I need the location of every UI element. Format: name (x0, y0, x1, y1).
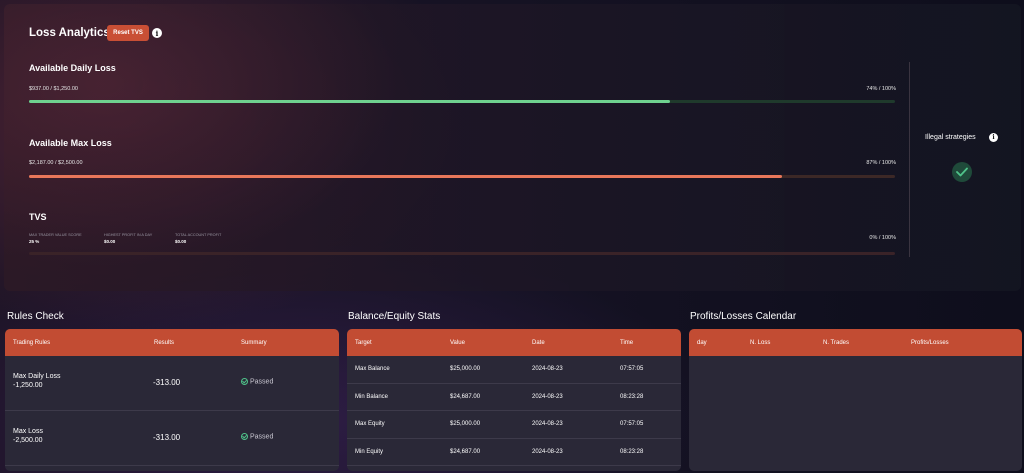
balance-stats-title: Balance/Equity Stats (348, 311, 441, 322)
col-n-loss: N. Loss (750, 340, 771, 346)
tvs-label: TVS (29, 212, 47, 222)
summary-text: Passed (250, 433, 274, 441)
info-icon[interactable]: i (152, 28, 162, 38)
daily-loss-amount: $937.00 / $1,250.00 (29, 86, 78, 92)
stat-value: $25,000.00 (450, 421, 481, 427)
tvs-percent: 0% / 100% (869, 235, 896, 241)
stat-time: 08:23:28 (620, 448, 644, 455)
daily-loss-progress-bar (29, 100, 895, 103)
col-profits-losses: Profits/Losses (911, 340, 949, 346)
stat-value: $24,687.00 (450, 393, 481, 400)
rule-summary: Passed (241, 433, 273, 440)
max-loss-progress-fill (29, 175, 783, 178)
check-icon (952, 162, 972, 182)
passed-icon (241, 433, 248, 440)
rule-name: Max Loss (13, 428, 43, 435)
tvs-metric-key: HIGHEST PROFIT IN A DAY (104, 233, 153, 237)
col-trading-rules: Trading Rules (13, 340, 51, 346)
stat-value: $24,687.00 (450, 448, 481, 455)
table-row: Max Loss -2,500.00 -313.00 Passed (5, 411, 339, 466)
tvs-progress-bar (29, 252, 895, 255)
tvs-metric-highest-profit: HIGHEST PROFIT IN A DAY $0.00 (104, 233, 152, 244)
table-row: Min Balance $24,687.00 2024-08-23 08:23:28 (347, 384, 681, 411)
illegal-info-icon[interactable]: i (989, 133, 998, 142)
rule-result: -313.00 (153, 378, 181, 387)
stat-date: 2024-08-23 (532, 448, 563, 455)
stat-target: Max Balance (355, 366, 390, 372)
table-row: Min Equity $24,687.00 2024-08-23 08:23:28 (347, 439, 681, 466)
col-summary: Summary (241, 340, 267, 346)
tvs-metric-value: 25 % (29, 239, 40, 244)
stat-target: Max Equity (355, 421, 385, 427)
col-results: Results (154, 340, 175, 346)
tvs-metric-max-score: MAX TRADER VALUE SCORE 25 % (29, 233, 82, 244)
balance-stats-table: Target Value Date Time Max Balance $25,00… (347, 329, 681, 471)
table-row: Max Daily Loss -1,250.00 -313.00 Passed (5, 356, 339, 411)
max-loss-amount: $2,187.00 / $2,500.00 (29, 160, 83, 166)
max-loss-percent: 87% / 100% (866, 160, 896, 166)
rule-name: Max Daily Loss (13, 373, 61, 380)
stat-time: 08:23:28 (620, 393, 644, 400)
stat-date: 2024-08-23 (532, 393, 563, 400)
rule-summary: Passed (241, 378, 273, 385)
illegal-strategies-label: Illegal strategies (925, 134, 976, 141)
tvs-metric-key: MAX TRADER VALUE SCORE (29, 233, 82, 237)
stat-target: Min Equity (355, 448, 384, 455)
tvs-metric-total-profit: TOTAL ACCOUNT PROFIT $0.00 (175, 233, 221, 244)
calendar-table: day N. Loss N. Trades Profits/Losses (689, 329, 1022, 471)
daily-loss-percent: 74% / 100% (866, 86, 896, 92)
calendar-title: Profits/Losses Calendar (690, 311, 797, 322)
tvs-metric-value: $0.00 (175, 239, 187, 244)
daily-loss-progress-fill (29, 100, 670, 103)
tvs-metric-key: TOTAL ACCOUNT PROFIT (175, 233, 222, 237)
passed-icon (241, 378, 248, 385)
loss-analytics-title: Loss Analytics (29, 27, 110, 39)
rule-result: -313.00 (153, 433, 181, 442)
stat-time: 07:57:05 (620, 366, 644, 372)
summary-text: Passed (250, 378, 274, 386)
rules-check-title: Rules Check (7, 311, 64, 322)
daily-loss-label: Available Daily Loss (29, 63, 116, 73)
table-row: Max Equity $25,000.00 2024-08-23 07:57:05 (347, 411, 681, 439)
col-value: Value (450, 340, 465, 346)
stat-time: 07:57:05 (620, 421, 644, 427)
tvs-metric-value: $0.00 (104, 239, 116, 244)
stat-target: Min Balance (355, 393, 389, 400)
col-time: Time (620, 340, 634, 346)
table-row: Max Balance $25,000.00 2024-08-23 07:57:05 (347, 356, 681, 384)
rules-check-header: Trading Rules Results Summary (5, 329, 339, 356)
vertical-divider (909, 62, 910, 257)
loss-analytics-panel (4, 4, 1021, 291)
stat-value: $25,000.00 (450, 366, 481, 372)
reset-tvs-button[interactable]: Reset TVS (107, 25, 149, 41)
stat-date: 2024-08-23 (532, 366, 563, 372)
balance-stats-header: Target Value Date Time (347, 329, 681, 356)
rule-limit: -2,500.00 (13, 437, 43, 444)
col-day: day (697, 340, 707, 346)
rules-check-table: Trading Rules Results Summary Max Daily … (5, 329, 339, 471)
col-date: Date (532, 340, 545, 346)
col-n-trades: N. Trades (823, 340, 850, 346)
calendar-header: day N. Loss N. Trades Profits/Losses (689, 329, 1022, 356)
rule-limit: -1,250.00 (13, 382, 43, 389)
col-target: Target (355, 340, 372, 346)
balance-stats-rows: Max Balance $25,000.00 2024-08-23 07:57:05 M… (347, 356, 681, 466)
max-loss-progress-bar (29, 175, 895, 178)
max-loss-label: Available Max Loss (29, 138, 112, 148)
stat-date: 2024-08-23 (532, 421, 563, 427)
